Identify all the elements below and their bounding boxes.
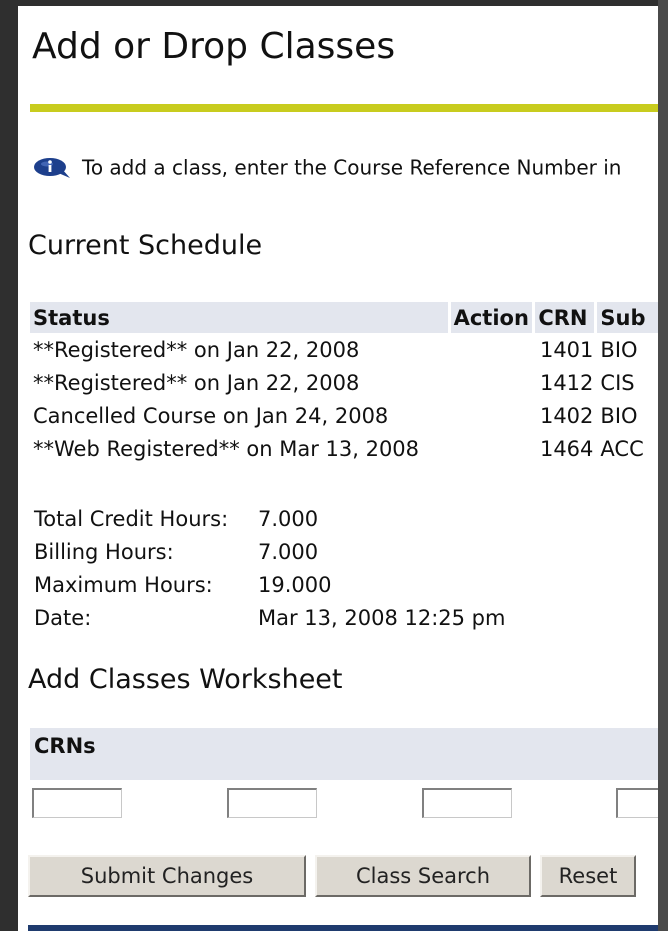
- maximum-hours-label: Maximum Hours:: [34, 572, 213, 597]
- summary-row-total-credit: Total Credit Hours: 7.000: [32, 502, 507, 535]
- current-schedule-heading: Current Schedule: [28, 230, 263, 261]
- add-classes-heading: Add Classes Worksheet: [28, 664, 343, 695]
- summary-row-date: Date: Mar 13, 2008 12:25 pm: [32, 601, 507, 634]
- crn-cell: 1464: [539, 436, 594, 461]
- billing-hours-label: Billing Hours:: [34, 539, 174, 564]
- crn-cell: 1412: [539, 370, 594, 395]
- table-row: Cancelled Course on Jan 24, 2008 1402 BI…: [30, 399, 658, 432]
- page-content: Add or Drop Classes To add a class, ente…: [18, 6, 658, 931]
- schedule-header-row: Status Action CRN Sub: [30, 302, 658, 333]
- total-credit-label: Total Credit Hours:: [34, 506, 229, 531]
- title-divider: [30, 104, 658, 112]
- action-cell: [451, 399, 536, 432]
- subject-cell: BIO: [600, 337, 638, 362]
- status-cell: Cancelled Course on Jan 24, 2008: [33, 403, 389, 428]
- footer-bar: [28, 925, 658, 931]
- subject-cell: CIS: [600, 370, 635, 395]
- column-header-status: Status: [30, 302, 451, 333]
- crns-label: CRNs: [34, 734, 96, 758]
- date-label: Date:: [34, 605, 92, 630]
- billing-hours-value: 7.000: [258, 539, 319, 564]
- reset-button[interactable]: Reset: [540, 855, 636, 897]
- summary-row-billing: Billing Hours: 7.000: [32, 535, 507, 568]
- status-cell: **Web Registered** on Mar 13, 2008: [33, 436, 420, 461]
- table-row: **Registered** on Jan 22, 2008 1401 BIO: [30, 333, 658, 366]
- submit-changes-button[interactable]: Submit Changes: [28, 855, 306, 897]
- status-cell: **Registered** on Jan 22, 2008: [33, 337, 360, 362]
- crn-input-3[interactable]: [422, 788, 512, 818]
- action-cell: [451, 366, 536, 399]
- table-row: **Web Registered** on Mar 13, 2008 1464 …: [30, 432, 658, 465]
- subject-cell: ACC: [600, 436, 644, 461]
- table-row: **Registered** on Jan 22, 2008 1412 CIS: [30, 366, 658, 399]
- column-header-subject: Sub: [597, 302, 658, 333]
- schedule-table: Status Action CRN Sub **Registered** on …: [30, 302, 658, 465]
- crn-cell: 1401: [539, 337, 594, 362]
- crn-input-2[interactable]: [227, 788, 317, 818]
- action-cell: [451, 432, 536, 465]
- action-cell: [451, 333, 536, 366]
- crn-input-1[interactable]: [32, 788, 122, 818]
- date-value: Mar 13, 2008 12:25 pm: [258, 605, 506, 630]
- info-text: To add a class, enter the Course Referen…: [82, 155, 622, 180]
- crns-header: CRNs: [30, 728, 658, 780]
- info-message: To add a class, enter the Course Referen…: [34, 154, 621, 180]
- maximum-hours-value: 19.000: [258, 572, 332, 597]
- crn-input-4[interactable]: [616, 788, 658, 818]
- info-icon: [34, 157, 72, 179]
- hours-summary: Total Credit Hours: 7.000 Billing Hours:…: [32, 502, 507, 634]
- summary-row-maximum: Maximum Hours: 19.000: [32, 568, 507, 601]
- window-edge: [658, 0, 668, 931]
- subject-cell: BIO: [600, 403, 638, 428]
- class-search-button[interactable]: Class Search: [315, 855, 531, 897]
- crn-cell: 1402: [539, 403, 594, 428]
- page-title: Add or Drop Classes: [32, 26, 396, 67]
- status-cell: **Registered** on Jan 22, 2008: [33, 370, 360, 395]
- column-header-crn: CRN: [535, 302, 598, 333]
- total-credit-value: 7.000: [258, 506, 319, 531]
- column-header-action: Action: [450, 302, 536, 333]
